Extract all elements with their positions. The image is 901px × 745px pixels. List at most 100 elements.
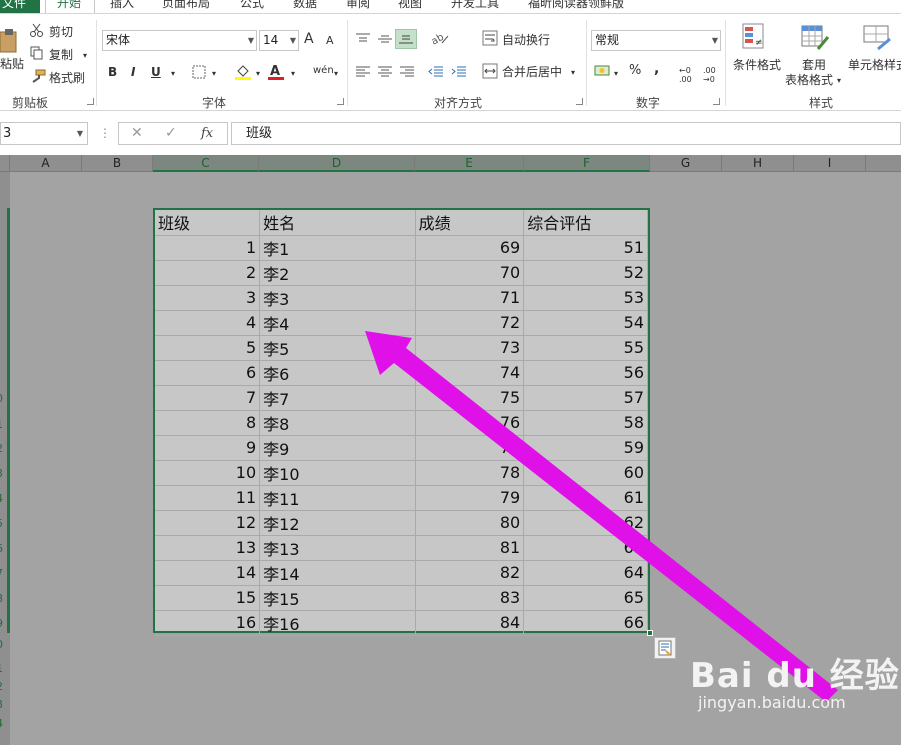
merge-center-icon[interactable] [482, 63, 498, 79]
scissors-icon[interactable] [30, 23, 44, 37]
table-cell[interactable]: 52 [523, 260, 648, 286]
table-cell[interactable]: 2 [155, 260, 261, 286]
table-cell[interactable]: 李10 [259, 460, 416, 486]
row-number[interactable]: 9 [0, 617, 3, 630]
increase-indent-icon[interactable] [451, 66, 467, 78]
tab-developer[interactable]: 开发工具 [451, 0, 499, 13]
tab-page-layout[interactable]: 页面布局 [162, 0, 210, 13]
decrease-indent-icon[interactable] [428, 66, 444, 78]
fill-color-dropdown-icon[interactable]: ▾ [256, 67, 260, 81]
table-cell[interactable]: 李6 [259, 360, 416, 386]
underline-button[interactable]: U [151, 65, 161, 79]
format-as-table-dropdown-icon[interactable]: ▾ [837, 74, 841, 88]
row-number[interactable]: 6 [0, 542, 3, 555]
tab-formulas[interactable]: 公式 [240, 0, 264, 13]
format-as-table-label-1[interactable]: 套用 [802, 58, 826, 72]
row-number[interactable]: 0 [0, 638, 3, 651]
tab-home[interactable]: 开始 [45, 0, 95, 13]
currency-dropdown-icon[interactable]: ▾ [614, 67, 618, 81]
insert-function-button[interactable]: fx [201, 126, 213, 141]
tab-view[interactable]: 视图 [398, 0, 422, 13]
align-bottom-icon[interactable] [395, 29, 417, 49]
tab-foxit-reader[interactable]: 福昕阅读器领鲜版 [528, 0, 624, 13]
table-cell[interactable]: 李4 [259, 310, 416, 336]
table-cell[interactable]: 15 [155, 585, 261, 611]
wrap-text-button[interactable]: 自动换行 [502, 33, 550, 47]
row-number[interactable]: 5 [0, 517, 3, 530]
table-cell[interactable]: 60 [523, 460, 648, 486]
table-cell[interactable]: 59 [523, 435, 648, 461]
table-cell[interactable]: 6 [155, 360, 261, 386]
table-cell[interactable]: 李2 [259, 260, 416, 286]
copy-button[interactable]: 复制 [49, 48, 73, 62]
currency-icon[interactable] [594, 64, 612, 78]
tab-insert[interactable]: 插入 [110, 0, 134, 13]
row-number[interactable]: 8 [0, 592, 3, 605]
table-cell[interactable]: 李9 [259, 435, 416, 461]
table-cell[interactable]: 73 [415, 335, 525, 361]
border-dropdown-icon[interactable]: ▾ [212, 67, 216, 81]
table-cell[interactable]: 62 [523, 510, 648, 536]
orientation-icon[interactable]: ab [430, 31, 452, 47]
border-icon[interactable] [192, 65, 206, 79]
table-cell[interactable]: 71 [415, 285, 525, 311]
chevron-down-icon[interactable]: ▼ [77, 123, 83, 144]
table-cell[interactable]: 14 [155, 560, 261, 586]
cell-styles-icon[interactable] [862, 23, 892, 53]
confirm-entry-icon[interactable]: ✓ [165, 125, 177, 141]
decrease-decimal-button[interactable]: .00 →0 [703, 66, 723, 84]
table-cell[interactable]: 72 [415, 310, 525, 336]
italic-button[interactable]: I [131, 65, 135, 79]
column-header-f[interactable]: F [524, 155, 650, 172]
column-header-c[interactable]: C [153, 155, 259, 172]
table-cell[interactable]: 64 [523, 560, 648, 586]
tab-file[interactable]: 文件 [0, 0, 40, 13]
tab-data[interactable]: 数据 [293, 0, 317, 13]
table-cell[interactable]: 3 [155, 285, 261, 311]
table-cell[interactable]: 84 [415, 610, 525, 636]
column-header-h[interactable]: H [722, 155, 794, 172]
format-as-table-label-2[interactable]: 表格格式 [785, 73, 833, 87]
table-cell[interactable]: 李3 [259, 285, 416, 311]
font-name-select[interactable]: 宋体 ▼ [102, 30, 257, 51]
fill-handle[interactable] [647, 630, 653, 636]
row-number[interactable]: 1 [0, 418, 3, 431]
table-cell[interactable]: 81 [415, 535, 525, 561]
table-cell[interactable]: 51 [523, 235, 648, 261]
table-cell[interactable]: 8 [155, 410, 261, 436]
table-cell[interactable]: 78 [415, 460, 525, 486]
column-header-a[interactable]: A [10, 155, 82, 172]
merge-dropdown-icon[interactable]: ▾ [571, 66, 575, 80]
select-all-corner[interactable] [0, 155, 10, 172]
clipboard-launcher-icon[interactable] [87, 98, 94, 105]
column-header-d[interactable]: D [259, 155, 415, 172]
table-cell[interactable]: 李7 [259, 385, 416, 411]
table-cell[interactable]: 李8 [259, 410, 416, 436]
row-number[interactable]: 2 [0, 680, 3, 693]
copy-icon[interactable] [30, 46, 44, 60]
wrap-text-icon[interactable] [482, 30, 498, 46]
conditional-formatting-button[interactable]: 条件格式 [733, 58, 781, 72]
row-number[interactable]: 1 [0, 662, 3, 675]
table-cell[interactable]: 李12 [259, 510, 416, 536]
column-header-i[interactable]: I [794, 155, 866, 172]
font-launcher-icon[interactable] [337, 98, 344, 105]
merge-center-button[interactable]: 合并后居中 [502, 65, 562, 79]
table-cell[interactable]: 77 [415, 435, 525, 461]
row-number[interactable]: 7 [0, 567, 3, 580]
selected-range[interactable]: 班级 姓名 成绩 综合评估 1 李1 69 51 2 李2 70 52 3 李3 71 53 4 李4 72 54 5 李… [153, 208, 650, 636]
phonetic-dropdown-icon[interactable]: ▾ [334, 67, 338, 81]
table-cell[interactable]: 80 [415, 510, 525, 536]
column-header-g[interactable]: G [650, 155, 722, 172]
quick-analysis-button[interactable] [654, 637, 676, 659]
row-number[interactable]: 3 [0, 467, 3, 480]
increase-decimal-button[interactable]: ←0 .00 [679, 66, 699, 84]
paste-icon[interactable] [0, 26, 20, 56]
table-cell[interactable]: 75 [415, 385, 525, 411]
cell-styles-button[interactable]: 单元格样式 [848, 58, 901, 72]
table-cell[interactable]: 李13 [259, 535, 416, 561]
font-color-icon[interactable]: A [267, 63, 285, 81]
header-cell[interactable]: 班级 [155, 210, 261, 236]
table-cell[interactable]: 李16 [259, 610, 416, 636]
table-cell[interactable]: 61 [523, 485, 648, 511]
